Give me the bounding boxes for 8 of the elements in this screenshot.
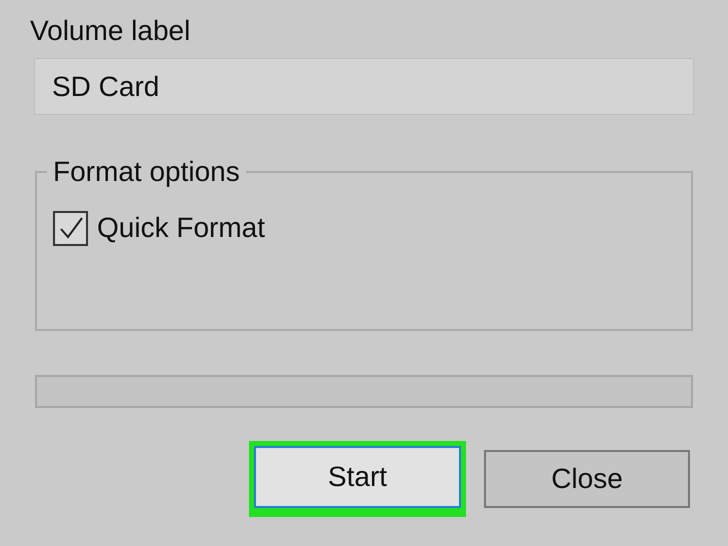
group-title: Format options: [52, 155, 241, 189]
dialog-button[interactable]: Close: [484, 450, 690, 508]
volume-label-caption: Volume label: [29, 14, 192, 48]
dialog-button[interactable]: Start: [254, 446, 461, 508]
checkbox[interactable]: [53, 210, 88, 246]
checkmark-icon: [58, 215, 84, 241]
checkbox-label: Quick Format: [97, 211, 266, 245]
volume-label-field[interactable]: SD Card: [34, 58, 694, 115]
